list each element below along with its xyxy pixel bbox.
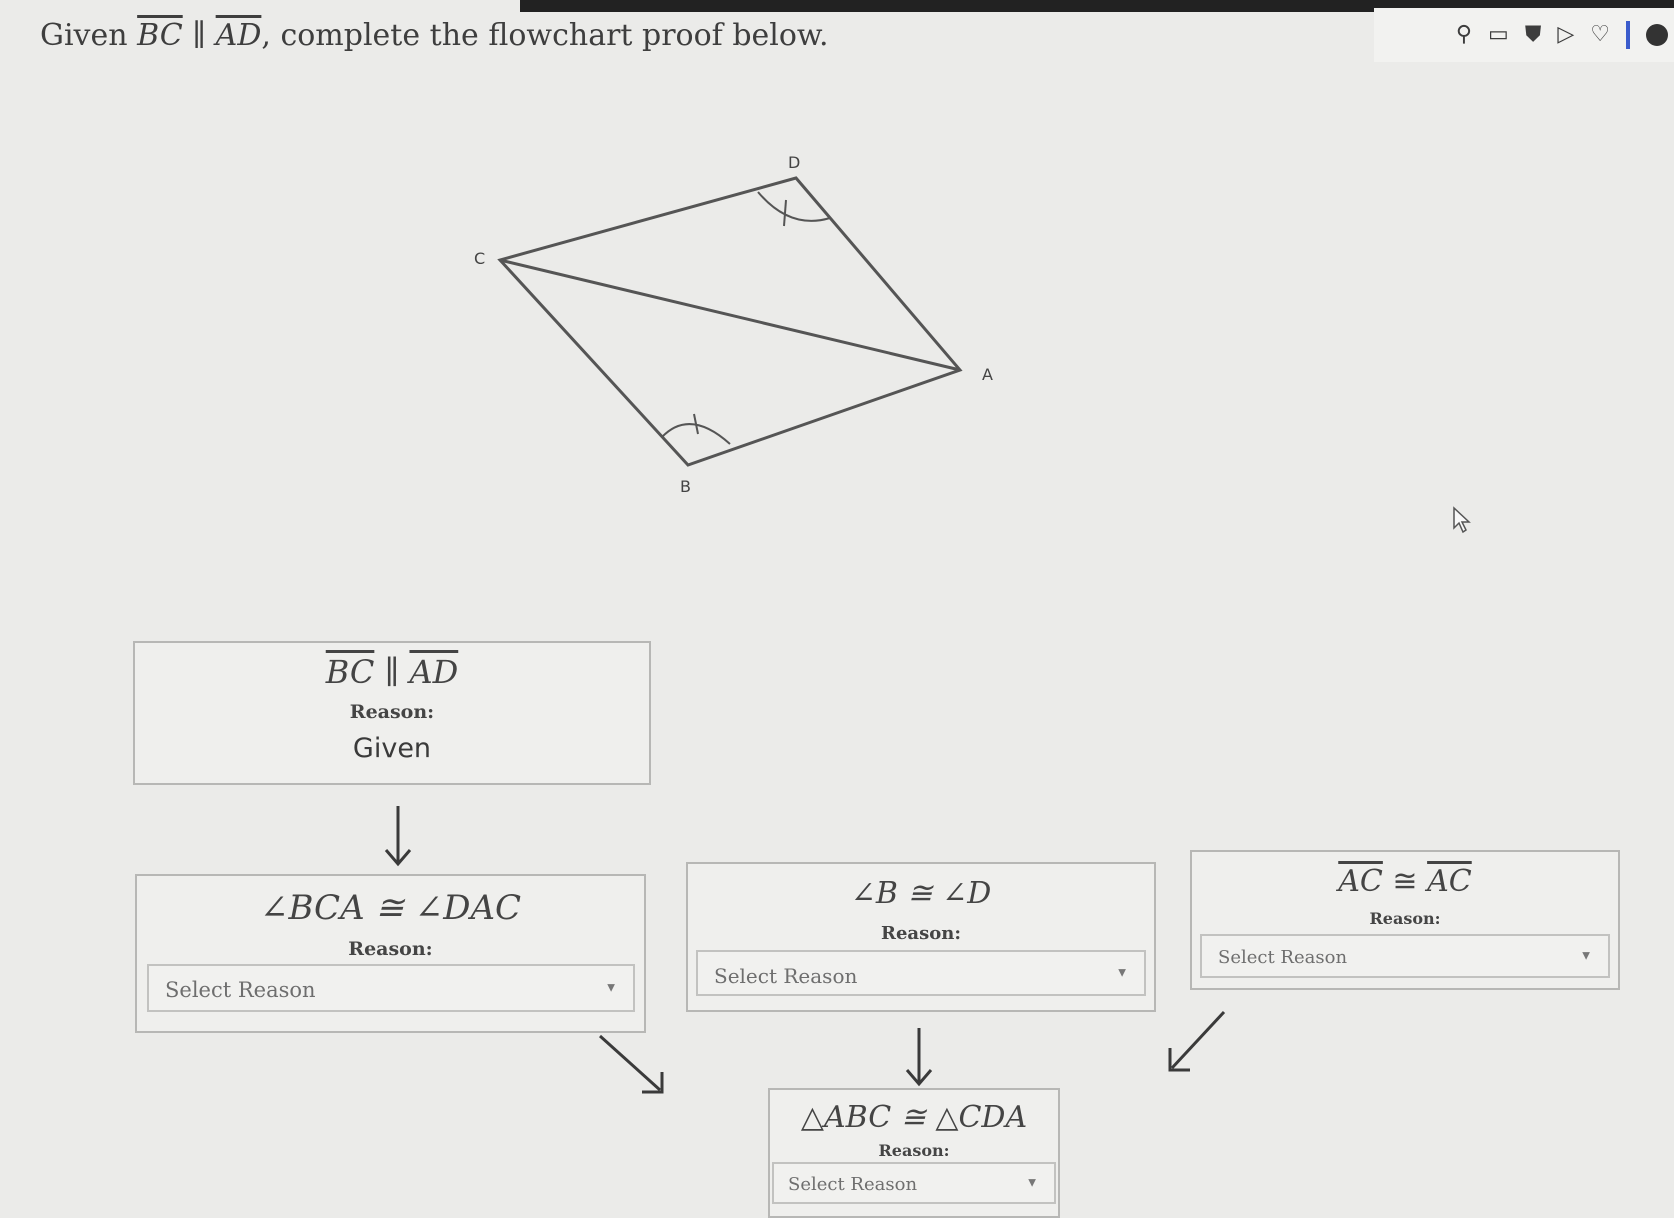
reason-label: Reason: [881,923,961,944]
geometry-diagram: D C A B [474,153,993,496]
prompt-parallel-symbol: ∥ [192,18,207,53]
prompt-instruction: , complete the flowchart proof below. [261,18,829,53]
play-icon[interactable]: ▷ [1557,24,1574,46]
proof-box-triangles-congruent: △ABC ≅ △CDA Reason: Select Reason ▼ [768,1088,1060,1218]
statement-angle-bca-dac: ∠BCA ≅ ∠DAC [259,888,522,928]
toolbar-divider [1626,21,1630,49]
reason-select-ac-congruent[interactable]: Select Reason ▼ [1200,934,1610,978]
profile-icon[interactable] [1646,24,1668,46]
extension-toolbar: ⚲ ▭ ⛊ ▷ ♡ [1374,8,1674,62]
pin-icon[interactable]: ⚲ [1456,24,1472,46]
prompt-segment-ad: AD [215,18,262,53]
label-d: D [788,153,800,172]
chevron-down-icon: ▼ [1118,967,1126,979]
mouse-cursor-icon [1453,506,1471,534]
label-b: B [680,477,691,496]
chevron-down-icon: ▼ [1582,950,1590,962]
question-prompt: Given BC ∥ AD, complete the flowchart pr… [40,18,829,53]
label-a: A [982,365,993,384]
statement-bc-parallel-ad: BC ∥ AD [325,653,459,691]
reason-select-alternate-angles[interactable]: Select Reason ▼ [147,964,635,1012]
reason-label: Reason: [878,1141,950,1160]
angle-d-tick [783,199,787,227]
prompt-given: Given [40,18,128,53]
flow-arrow-diagonal-right [1168,1010,1226,1072]
flow-arrow-diagonal-left [598,1034,664,1094]
prompt-segment-bc: BC [137,18,183,53]
chevron-down-icon: ▼ [1028,1177,1036,1189]
proof-box-given: BC ∥ AD Reason: Given [133,641,651,785]
reason-given-value: Given [352,733,432,764]
quadrilateral-abcd [497,176,963,467]
reason-label: Reason: [1369,909,1441,928]
statement-ac-congruent-ac: AC ≅ AC [1338,864,1472,899]
statement-triangle-abc-cda: △ABC ≅ △CDA [800,1100,1028,1135]
statement-angle-b-d: ∠B ≅ ∠D [850,876,992,911]
flow-arrow-down-1 [384,806,412,867]
reason-label: Reason: [349,701,435,723]
reason-label: Reason: [348,938,433,960]
reason-select-angle-b-d[interactable]: Select Reason ▼ [696,950,1146,996]
flow-arrow-down-2 [905,1028,933,1087]
proof-box-ac-congruent: AC ≅ AC Reason: Select Reason ▼ [1190,850,1620,990]
bookmark-icon[interactable]: ▭ [1488,24,1509,46]
proof-box-alternate-angles: ∠BCA ≅ ∠DAC Reason: Select Reason ▼ [135,874,646,1033]
chevron-down-icon: ▼ [607,982,615,994]
label-c: C [474,249,485,268]
reason-select-triangles[interactable]: Select Reason ▼ [772,1162,1056,1204]
heart-icon[interactable]: ♡ [1590,24,1610,46]
proof-box-angle-b-d: ∠B ≅ ∠D Reason: Select Reason ▼ [686,862,1156,1012]
shield-icon[interactable]: ⛊ [1525,24,1542,46]
diagonal-ac [499,258,961,372]
